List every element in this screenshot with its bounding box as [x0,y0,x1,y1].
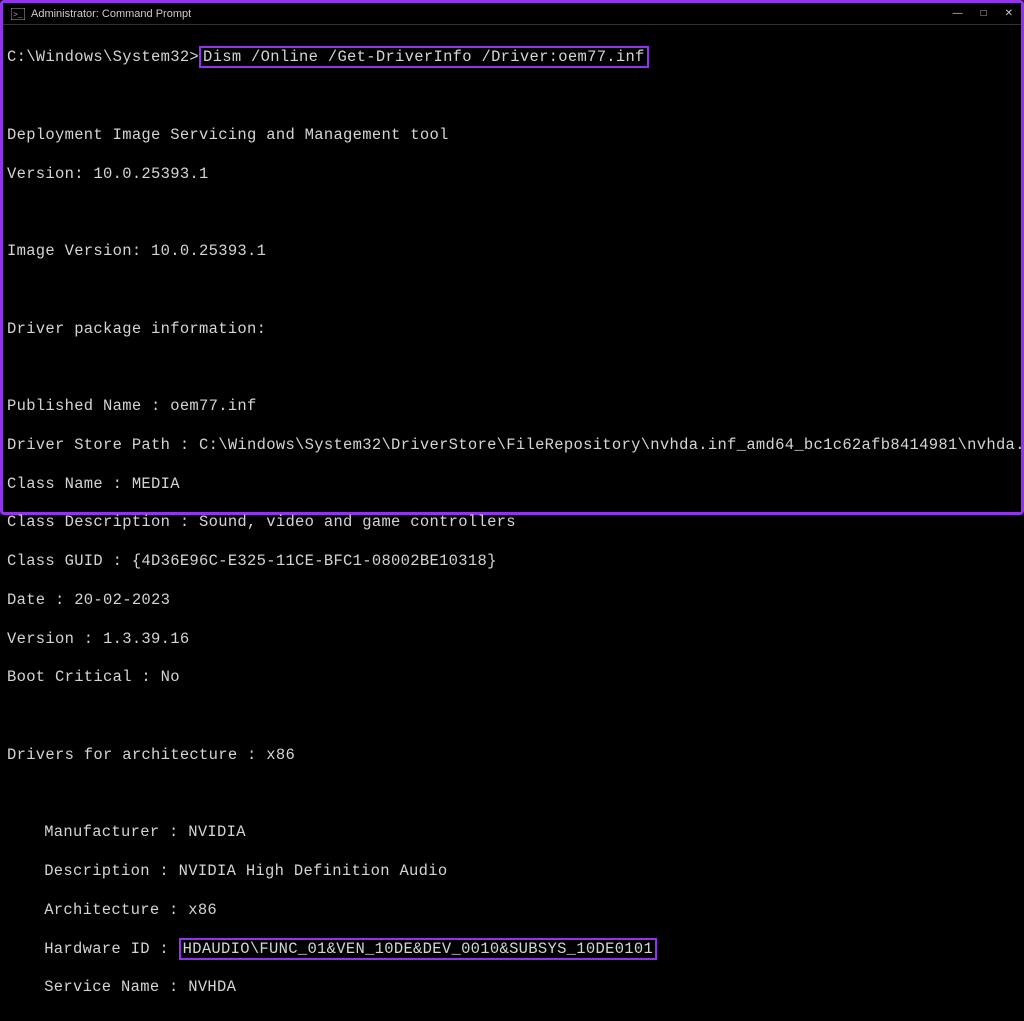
hardware-id-line: Hardware ID : HDAUDIO\FUNC_01&VEN_10DE&D… [7,940,1021,959]
output-line: Boot Critical : No [7,668,1021,687]
output-line: Class GUID : {4D36E96C-E325-11CE-BFC1-08… [7,552,1021,571]
output-line: Image Version: 10.0.25393.1 [7,242,1021,261]
maximize-button[interactable]: □ [981,9,987,19]
prompt: C:\Windows\System32> [7,48,199,66]
cmd-icon: >_ [11,7,25,21]
blank-line [7,203,1021,222]
window-title: Administrator: Command Prompt [31,8,191,20]
minimize-button[interactable]: — [953,9,963,19]
output-line-indented: Architecture : x86 [7,901,1021,920]
close-button[interactable]: ✕ [1005,9,1013,19]
output-line: Published Name : oem77.inf [7,397,1021,416]
blank-line [7,707,1021,726]
output-line: Class Description : Sound, video and gam… [7,513,1021,532]
hardware-id-value: HDAUDIO\FUNC_01&VEN_10DE&DEV_0010&SUBSYS… [183,940,653,958]
hardware-id-highlight: HDAUDIO\FUNC_01&VEN_10DE&DEV_0010&SUBSYS… [179,938,657,960]
output-line: Class Name : MEDIA [7,475,1021,494]
svg-text:>_: >_ [13,11,23,20]
title-left: >_ Administrator: Command Prompt [11,7,191,21]
command-highlight: Dism /Online /Get-DriverInfo /Driver:oem… [199,46,649,68]
blank-line [7,281,1021,300]
title-bar: >_ Administrator: Command Prompt — □ ✕ [3,3,1021,25]
blank-line [7,785,1021,804]
output-line: Driver package information: [7,320,1021,339]
blank-line [7,358,1021,377]
output-line-indented: Service Name : NVHDA [7,978,1021,997]
output-line: Date : 20-02-2023 [7,591,1021,610]
terminal-output[interactable]: C:\Windows\System32>Dism /Online /Get-Dr… [3,25,1021,1021]
blank-line [7,87,1021,106]
hardware-id-label: Hardware ID : [44,940,178,958]
output-line-indented: Manufacturer : NVIDIA [7,823,1021,842]
output-line: Version : 1.3.39.16 [7,630,1021,649]
prompt-line: C:\Windows\System32>Dism /Online /Get-Dr… [7,48,1021,67]
output-line: Deployment Image Servicing and Managemen… [7,126,1021,145]
output-line: Drivers for architecture : x86 [7,746,1021,765]
output-line-indented: Description : NVIDIA High Definition Aud… [7,862,1021,881]
command-text: Dism /Online /Get-DriverInfo /Driver:oem… [203,48,645,66]
output-line: Version: 10.0.25393.1 [7,165,1021,184]
window-controls: — □ ✕ [953,9,1013,19]
output-line: Driver Store Path : C:\Windows\System32\… [7,436,1021,455]
